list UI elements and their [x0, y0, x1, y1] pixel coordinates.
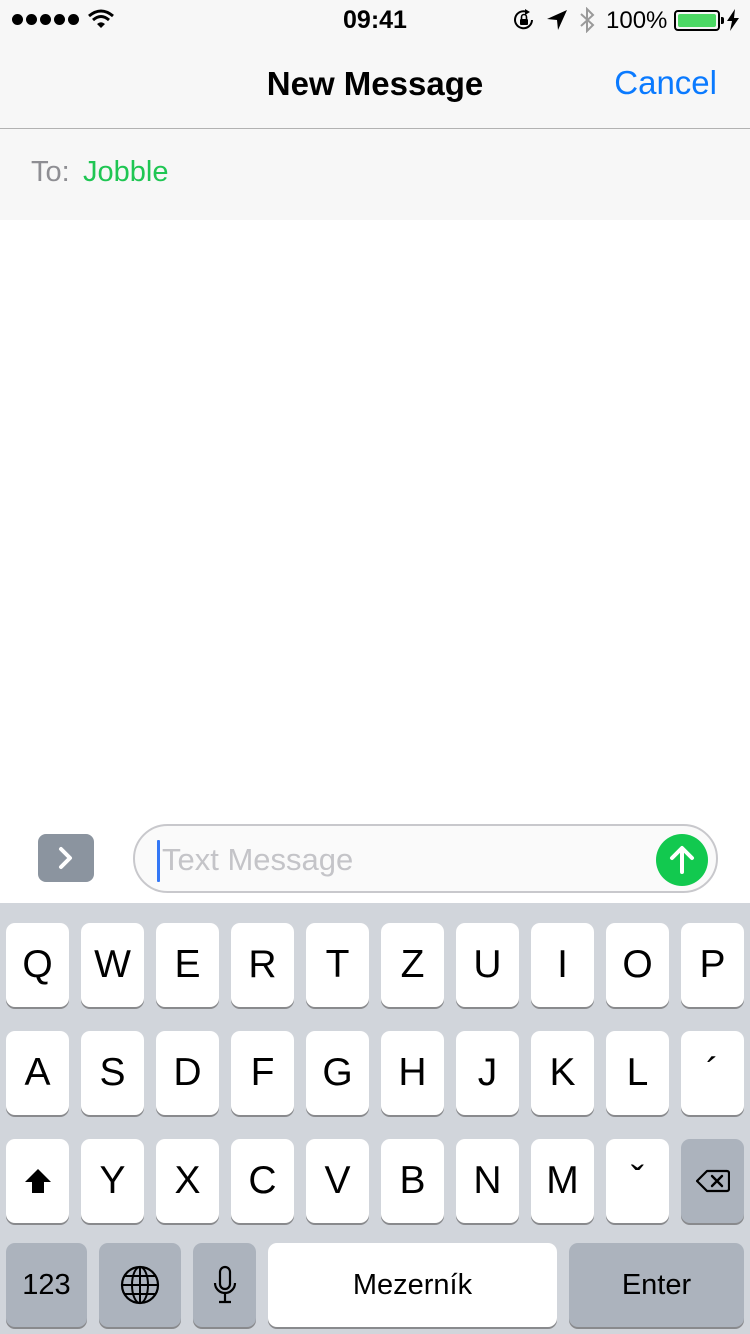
key-p[interactable]: P [681, 923, 744, 1007]
key-r[interactable]: R [231, 923, 294, 1007]
key-b[interactable]: B [381, 1139, 444, 1223]
cancel-button[interactable]: Cancel [614, 64, 717, 102]
globe-icon [120, 1265, 160, 1305]
key-i[interactable]: I [531, 923, 594, 1007]
to-label: To: [31, 156, 70, 188]
text-message-input[interactable]: Text Message [133, 824, 718, 893]
key-n[interactable]: N [456, 1139, 519, 1223]
charging-bolt-icon [727, 9, 739, 31]
key-h[interactable]: H [381, 1031, 444, 1115]
conversation-area [0, 220, 750, 810]
key-v[interactable]: V [306, 1139, 369, 1223]
battery-icon [674, 10, 724, 31]
key-t[interactable]: T [306, 923, 369, 1007]
arrow-up-icon [670, 846, 694, 874]
numbers-key[interactable]: 123 [6, 1243, 87, 1327]
recipient-field[interactable]: To: Jobble [0, 129, 750, 220]
key-x[interactable]: X [156, 1139, 219, 1223]
space-key[interactable]: Mezerník [268, 1243, 557, 1327]
key-y[interactable]: Y [81, 1139, 144, 1223]
key-f[interactable]: F [231, 1031, 294, 1115]
key-acute-accent[interactable]: ´ [681, 1031, 744, 1115]
key-e[interactable]: E [156, 923, 219, 1007]
chevron-right-icon [59, 847, 72, 869]
key-caron[interactable]: ˇ [606, 1139, 669, 1223]
key-l[interactable]: L [606, 1031, 669, 1115]
key-d[interactable]: D [156, 1031, 219, 1115]
key-j[interactable]: J [456, 1031, 519, 1115]
microphone-icon [213, 1265, 236, 1304]
text-cursor [157, 840, 160, 882]
key-s[interactable]: S [81, 1031, 144, 1115]
status-bar: 09:41 100% [0, 0, 750, 40]
shift-key[interactable] [6, 1139, 69, 1223]
delete-key[interactable] [681, 1139, 744, 1223]
message-input-bar: Text Message [0, 810, 750, 903]
battery-percentage: 100% [606, 7, 668, 34]
key-m[interactable]: M [531, 1139, 594, 1223]
key-a[interactable]: A [6, 1031, 69, 1115]
dictation-key[interactable] [193, 1243, 256, 1327]
globe-key[interactable] [99, 1243, 181, 1327]
bluetooth-icon [580, 7, 595, 33]
return-key[interactable]: Enter [569, 1243, 744, 1327]
expand-apps-button[interactable] [38, 834, 94, 882]
shift-arrow-icon [24, 1169, 51, 1193]
rotation-lock-icon [514, 9, 533, 30]
backspace-icon [695, 1169, 730, 1193]
recipient-name[interactable]: Jobble [83, 156, 168, 189]
input-placeholder: Text Message [162, 842, 354, 877]
key-u[interactable]: U [456, 923, 519, 1007]
key-k[interactable]: K [531, 1031, 594, 1115]
send-button[interactable] [656, 834, 708, 886]
keyboard: Q W E R T Z U I O P A S D F G H J K L ´ … [0, 903, 750, 1334]
key-q[interactable]: Q [6, 923, 69, 1007]
key-o[interactable]: O [606, 923, 669, 1007]
key-z[interactable]: Z [381, 923, 444, 1007]
navigation-bar: New Message Cancel [0, 40, 750, 129]
key-c[interactable]: C [231, 1139, 294, 1223]
key-g[interactable]: G [306, 1031, 369, 1115]
key-w[interactable]: W [81, 923, 144, 1007]
location-arrow-icon [547, 10, 567, 30]
